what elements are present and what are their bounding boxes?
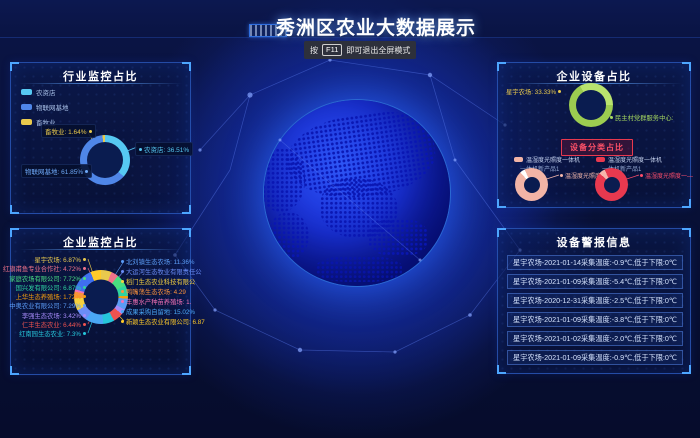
chart-label: 仁丰生态农业: 6.44% <box>22 320 86 329</box>
chart-label: 大运河生态牧业有限责任公 <box>121 267 202 276</box>
divider <box>19 83 182 84</box>
chart-label: 星宇农场: 33.33% <box>506 87 561 96</box>
label-dot <box>83 286 86 289</box>
label-dot <box>83 332 86 335</box>
alarm-panel-title: 设备警报信息 <box>498 234 690 250</box>
legend-label: 温湿度光照度一体机 <box>608 155 662 164</box>
label-dot <box>83 295 86 298</box>
legend-swatch <box>596 157 605 162</box>
chart-label: 畜牧业: 1.64% <box>41 124 96 138</box>
chart-label: 农资店: 36.51% <box>135 142 193 156</box>
legend-swatch <box>21 89 32 95</box>
label-dot <box>121 280 124 283</box>
label-dot <box>121 270 124 273</box>
device-category-donut-left[interactable] <box>515 168 548 201</box>
chart-label: 丰惠水产种苗养殖场: 1. <box>121 297 191 306</box>
label-dot <box>83 267 86 270</box>
label-dot <box>558 90 561 93</box>
globe-visualization <box>264 100 450 286</box>
legend-swatch <box>21 119 32 125</box>
legend-label: 农资店 <box>36 87 56 97</box>
legend-label: 物联网基地 <box>36 102 69 112</box>
alarm-row: 星宇农场-2021-01-14采集温度:-0.9℃,低于下限:0℃ <box>507 255 683 270</box>
chart-label: 北刘镇生态农场: 11.36% <box>121 257 194 266</box>
label-dot <box>610 116 613 119</box>
device-alarm-panel: 设备警报信息 星宇农场-2021-01-14采集温度:-0.9℃,低于下限:0℃… <box>497 228 691 374</box>
chart-label: 国兴发有限公司: 6.87% <box>16 283 86 292</box>
label-dot <box>83 304 86 307</box>
label-dot <box>121 310 124 313</box>
legend-label: 温湿度光照度一体机 <box>526 155 580 164</box>
chart-label: 中奥农业有限公司: 7.29% <box>9 301 86 310</box>
globe-continent-dots <box>264 148 305 211</box>
label-dot <box>89 130 92 133</box>
label-dot <box>85 170 88 173</box>
fullscreen-tip-prefix: 按 <box>310 45 318 56</box>
industry-panel-title: 行业监控占比 <box>11 68 190 84</box>
chart-label: 稻门生态农业科技有限公 <box>121 277 195 286</box>
dashboard-screen: 秀洲区农业大数据展示 按 F11 即可退出全屏模式 行业监控占比 农资店 物联网… <box>0 0 700 438</box>
fullscreen-tip-suffix: 即可退出全屏模式 <box>346 45 410 56</box>
label-dot <box>139 148 142 151</box>
page-title: 秀洲区农业大数据展示 <box>26 13 700 40</box>
alarm-row: 星宇农场-2021-01-09采集温度:-3.8℃,低于下限:0℃ <box>507 312 683 327</box>
alarm-row: 星宇农场-2020-12-31采集温度:-2.5℃,低于下限:0℃ <box>507 293 683 308</box>
label-dot <box>83 258 86 261</box>
fullscreen-tip: 按 F11 即可退出全屏模式 <box>304 41 416 59</box>
chart-label: 星宇农场: 6.87% <box>34 255 86 264</box>
label-dot <box>121 290 124 293</box>
chart-label: 鸭嘴荡生态农场: 4.29 <box>121 287 186 296</box>
divider <box>19 249 182 250</box>
alarm-row: 星宇农场-2021-01-09采集温度:-5.4℃,低于下限:0℃ <box>507 274 683 289</box>
legend-swatch <box>514 157 523 162</box>
label-dot <box>121 300 124 303</box>
industry-monitor-panel: 行业监控占比 农资店 物联网基地 畜牧业 畜牧业: 1.64% <box>10 62 191 214</box>
label-dot <box>121 260 124 263</box>
chart-label: 红旗甫鱼专业合作社: 4.72% <box>3 264 86 273</box>
enterprise-panel-title: 企业监控占比 <box>11 234 190 250</box>
chart-label: 李强生态农场: 3.42% <box>22 311 86 320</box>
device-category-subtitle: 设备分类占比 <box>561 139 633 156</box>
label-dot <box>121 320 124 323</box>
legend-item[interactable]: 农资店 <box>21 87 69 97</box>
legend-item[interactable]: 温湿度光照度一体机 <box>596 155 662 164</box>
chart-label: 成果采购自留地: 15.02% <box>121 307 195 316</box>
chart-label: 物联网基地: 61.85% <box>21 164 92 178</box>
enterprise-monitor-panel: 企业监控占比 星宇农场: 6.87% 红旗甫鱼专业合作社: 4.72% 家庭农场… <box>10 228 191 375</box>
label-dot <box>83 323 86 326</box>
chart-label: 红南园生态农业: 7.3% <box>19 329 86 338</box>
device-ratio-panel: 企业设备占比 星宇农场: 33.33% 民主村党群服务中心: 设备分类占比 温湿… <box>497 62 691 208</box>
chart-label: 上华生态养殖场: 1.72% <box>16 292 86 301</box>
legend-item[interactable]: 物联网基地 <box>21 102 69 112</box>
globe-continent-dots <box>316 256 402 282</box>
f11-keycap: F11 <box>322 44 342 56</box>
label-dot <box>560 174 563 177</box>
device-category-donut-right[interactable] <box>595 168 628 201</box>
chart-label: 温湿度光照度一— <box>640 171 693 180</box>
chart-label: 民主村党群服务中心: <box>610 113 673 122</box>
label-dot <box>83 277 86 280</box>
legend-swatch <box>21 104 32 110</box>
chart-label: 新颖生态农业有限公司: 6.87 <box>121 317 205 326</box>
device-donut-chart[interactable] <box>569 83 613 127</box>
globe-continent-dots <box>268 212 309 260</box>
globe-continent-dots <box>368 219 428 256</box>
alarm-row: 星宇农场-2021-01-09采集温度:-0.9℃,低于下限:0℃ <box>507 350 683 365</box>
alarm-row: 星宇农场-2021-01-02采集温度:-2.0℃,低于下限:0℃ <box>507 331 683 346</box>
label-dot <box>640 174 643 177</box>
chart-label: 家庭农场有限公司: 7.72% <box>9 274 86 283</box>
device-panel-title: 企业设备占比 <box>498 68 690 84</box>
legend-item[interactable]: 温湿度光照度一体机 <box>514 155 580 164</box>
label-dot <box>83 314 86 317</box>
